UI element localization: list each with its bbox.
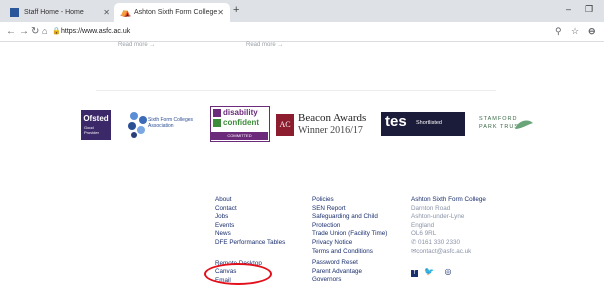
- maximize-button[interactable]: ❐: [585, 4, 593, 15]
- tes-shortlisted-logo: tes Shortlisted: [381, 112, 465, 136]
- disability-confident-logo: disability confident COMMITTED: [210, 106, 270, 142]
- tab-title: Staff Home - Home: [24, 9, 84, 16]
- highlight-annotation: [204, 263, 272, 285]
- leaf-icon: [515, 120, 533, 129]
- footer-link-dfe-performance-tables[interactable]: DFE Performance Tables: [215, 239, 285, 248]
- footer-link-events[interactable]: Events: [215, 222, 285, 231]
- sixth-form-dots-icon: [128, 112, 147, 138]
- footer-link-privacy-notice[interactable]: Privacy Notice: [312, 239, 387, 248]
- divider: [96, 90, 496, 91]
- footer-link-trade-union[interactable]: Trade Union (Facility Time): [312, 230, 387, 239]
- college-favicon-icon: ⛺: [120, 7, 132, 17]
- footer-link-news[interactable]: News: [215, 230, 285, 239]
- footer-link-sen-report[interactable]: SEN Report: [312, 205, 387, 214]
- footer-link-jobs[interactable]: Jobs: [215, 213, 285, 222]
- lock-icon: 🔒: [52, 28, 61, 35]
- footer-link-password-reset[interactable]: Password Reset: [312, 259, 387, 268]
- sixth-form-colleges-logo: Sixth Form Colleges Association: [126, 108, 206, 140]
- stamford-park-trust-logo: STAMFORD PARK TRUST: [479, 115, 539, 139]
- profile-icon[interactable]: ⊖: [588, 26, 596, 37]
- read-more-link[interactable]: Read more →: [246, 42, 283, 48]
- footer-link-safeguarding-cont[interactable]: Protection: [312, 222, 387, 231]
- forward-icon[interactable]: →: [19, 26, 29, 37]
- postcode: OL6 9RL: [411, 230, 437, 238]
- ofsted-logo: Ofsted Good Provider: [81, 110, 111, 140]
- tab-title: Ashton Sixth Form College: [134, 9, 218, 16]
- phone-icon: ✆: [411, 238, 419, 246]
- footer-link-terms[interactable]: Terms and Conditions: [312, 248, 387, 257]
- back-icon[interactable]: ←: [6, 26, 16, 37]
- address-bar[interactable]: https://www.asfc.ac.uk: [61, 28, 130, 35]
- address-line: Ashton-under-Lyne: [411, 213, 465, 221]
- twitter-icon[interactable]: 🐦: [424, 267, 438, 276]
- footer-link-parent-advantage[interactable]: Parent Advantage: [312, 268, 387, 277]
- home-icon[interactable]: ⌂: [42, 26, 47, 36]
- footer-contact: Ashton Sixth Form College Darnton Road A…: [411, 196, 486, 256]
- social-links: f 🐦 ◎: [411, 267, 455, 277]
- phone-number: 0161 330 2330: [418, 238, 461, 246]
- email-address: contact@asfc.ac.uk: [416, 247, 472, 255]
- tab-ashton-sixth-form[interactable]: ⛺ Ashton Sixth Form College ✕: [114, 3, 230, 22]
- footer-link-policies[interactable]: Policies: [312, 196, 387, 205]
- close-icon[interactable]: ✕: [217, 8, 224, 17]
- footer-column-policies: Policies SEN Report Safeguarding and Chi…: [312, 196, 387, 285]
- footer-link-governors[interactable]: Governors: [312, 276, 387, 285]
- tab-staff-home[interactable]: Staff Home - Home ✕: [4, 3, 116, 22]
- email-row[interactable]: ✉contact@asfc.ac.uk: [411, 248, 486, 257]
- instagram-icon[interactable]: ◎: [444, 267, 455, 276]
- footer-link-contact[interactable]: Contact: [215, 205, 285, 214]
- sharepoint-favicon-icon: [10, 8, 19, 17]
- browser-toolbar: ← → ↻ ⌂ 🔒 https://www.asfc.ac.uk ⚲ ☆ ⊖: [0, 22, 604, 42]
- zoom-icon[interactable]: ⚲: [555, 26, 562, 37]
- read-more-link[interactable]: Read more →: [118, 42, 155, 48]
- footer-link-safeguarding[interactable]: Safeguarding and Child: [312, 213, 387, 222]
- address-line: Darnton Road: [411, 204, 451, 212]
- address-line: England: [411, 221, 435, 229]
- close-icon[interactable]: ✕: [103, 8, 110, 17]
- browser-tab-bar: Staff Home - Home ✕ ⛺ Ashton Sixth Form …: [0, 0, 604, 22]
- bookmark-star-icon[interactable]: ☆: [571, 26, 579, 37]
- reload-icon[interactable]: ↻: [31, 26, 39, 37]
- beacon-awards-logo: AC Beacon Awards Winner 2016/17: [276, 112, 376, 140]
- college-name: Ashton Sixth Form College: [411, 196, 486, 203]
- minimize-button[interactable]: –: [566, 4, 571, 14]
- facebook-icon[interactable]: f: [411, 270, 418, 277]
- footer-link-about[interactable]: About: [215, 196, 285, 205]
- new-tab-button[interactable]: +: [233, 4, 239, 16]
- phone-row[interactable]: ✆ 0161 330 2330: [411, 239, 486, 248]
